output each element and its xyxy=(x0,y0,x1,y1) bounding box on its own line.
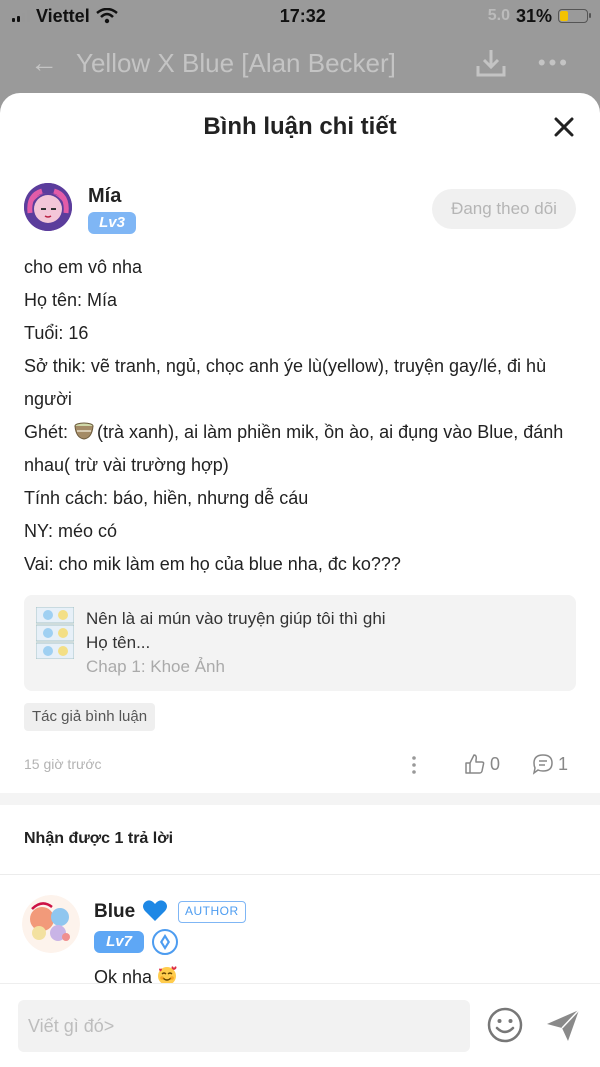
verified-badge-icon xyxy=(152,929,178,955)
comment-line: Tính cách: báo, hiền, nhưng dễ cáu xyxy=(24,488,309,508)
battery-percent: 31% xyxy=(515,5,552,26)
ghet-text: (trà xanh), ai làm phiền mik, ồn ào, ai … xyxy=(24,422,564,475)
ghost-text: 5.0 xyxy=(487,7,510,24)
comment-body: cho em vô nha Họ tên: Mía Tuổi: 16 Sở th… xyxy=(24,251,576,581)
reply-button[interactable]: 1 xyxy=(532,753,568,775)
tea-cup-icon xyxy=(74,422,94,440)
like-button[interactable]: 0 xyxy=(464,753,500,775)
author-name[interactable]: Mía xyxy=(88,185,121,208)
chapter-thumbnail xyxy=(36,607,74,659)
battery-icon xyxy=(558,9,591,23)
comment-line: NY: méo có xyxy=(24,521,118,541)
level-badge: Lv3 xyxy=(88,212,136,234)
comment-line: Sở thik: vẽ tranh, ngủ, chọc anh ýe lù(y… xyxy=(24,356,547,409)
thumbs-up-icon xyxy=(465,754,485,774)
reply-item: Blue AUTHOR Lv7 Ok nha xyxy=(22,895,578,995)
wifi-icon xyxy=(95,8,118,24)
quoted-comment-card[interactable]: Nên là ai mún vào truyện giúp tôi thì gh… xyxy=(24,595,576,691)
ghet-label: Ghét: xyxy=(24,422,74,442)
download-icon xyxy=(476,50,506,77)
signal-icon xyxy=(12,10,30,22)
status-bar: Viettel 17:32 5.0 31% xyxy=(0,0,600,32)
status-right: 5.0 31% xyxy=(487,5,591,27)
back-arrow-icon: ← xyxy=(30,47,58,78)
comment-line: Vai: cho mik làm em họ của blue nha, đc … xyxy=(24,554,401,574)
comment-detail-sheet: Bình luận chi tiết Mía Lv3 Đang theo dõi… xyxy=(0,93,600,1067)
comment-input-bar xyxy=(0,983,600,1067)
quote-text: Nên là ai mún vào truyện giúp tôi thì gh… xyxy=(86,609,386,628)
send-icon[interactable] xyxy=(544,1006,582,1044)
reply-author-name[interactable]: Blue xyxy=(94,901,135,923)
level-badge: Lv7 xyxy=(94,931,144,953)
comment-line: Tuổi: 16 xyxy=(24,323,89,343)
clock: 17:32 xyxy=(279,5,326,26)
quote-chapter: Chap 1: Khoe Ảnh xyxy=(86,657,225,676)
replies-header: Nhận được 1 trả lời xyxy=(24,830,174,847)
comment-line: Họ tên: Mía xyxy=(24,290,118,310)
divider xyxy=(0,874,600,875)
comment-meta-row: 15 giờ trước 0 1 xyxy=(24,753,576,777)
close-icon[interactable] xyxy=(552,115,576,139)
comment-input[interactable] xyxy=(18,1000,470,1052)
follow-button[interactable]: Đang theo dõi xyxy=(432,189,576,229)
author-comment-tag: Tác giả bình luận xyxy=(24,703,156,731)
carrier-name: Viettel xyxy=(36,5,90,26)
comment-icon xyxy=(532,754,553,775)
more-vertical-icon[interactable] xyxy=(410,753,418,777)
status-left: Viettel xyxy=(12,6,118,27)
emoji-icon[interactable] xyxy=(486,1006,524,1044)
author-tag: AUTHOR xyxy=(178,901,246,923)
reply-count: 1 xyxy=(558,753,569,774)
reply-avatar[interactable] xyxy=(22,895,80,953)
avatar[interactable] xyxy=(24,183,72,231)
quote-text: Họ tên... xyxy=(86,633,151,652)
sheet-title: Bình luận chi tiết xyxy=(203,113,397,140)
like-count: 0 xyxy=(490,753,501,774)
comment-line: cho em vô nha xyxy=(24,257,143,277)
section-divider xyxy=(0,793,600,805)
timestamp: 15 giờ trước xyxy=(24,756,102,772)
blue-heart-icon xyxy=(143,900,167,921)
background-header: ← Yellow X Blue [Alan Becker] ••• xyxy=(0,38,600,88)
more-icon: ••• xyxy=(537,50,570,75)
comment-line-ghet: Ghét: (trà xanh), ai làm phiền mik, ồn à… xyxy=(24,416,576,482)
background-title: Yellow X Blue [Alan Becker] xyxy=(76,47,396,78)
